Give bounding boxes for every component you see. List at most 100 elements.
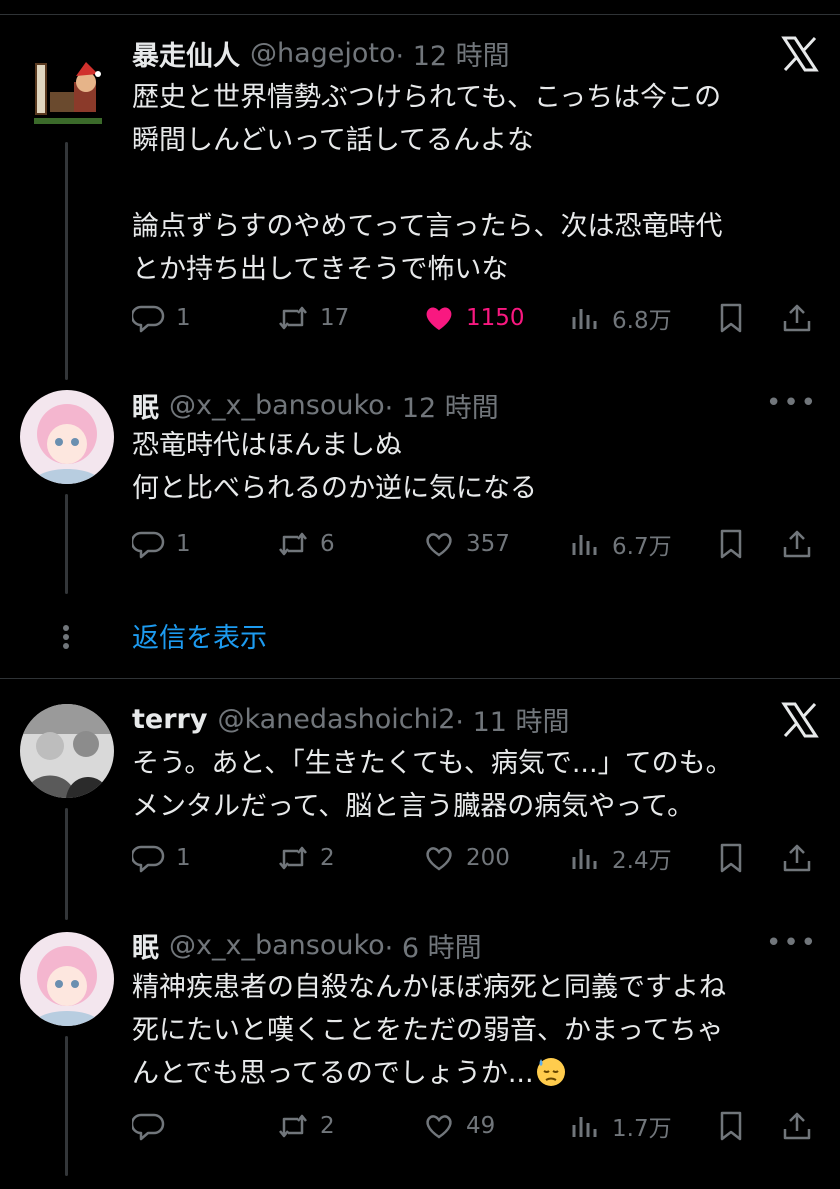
avatar[interactable] bbox=[20, 704, 114, 798]
reply-icon bbox=[132, 531, 165, 559]
reply-icon bbox=[132, 305, 165, 333]
view-count: 1.7万 bbox=[612, 1116, 672, 1142]
like-count: 1150 bbox=[466, 305, 525, 331]
retweet-button[interactable]: 2 bbox=[276, 838, 335, 878]
retweet-icon bbox=[279, 532, 307, 556]
reply-button[interactable]: 1 bbox=[132, 838, 191, 878]
retweet-count: 17 bbox=[320, 305, 350, 331]
tweet-text: 精神疾患者の自殺なんかほぼ病死と同義ですよね 死にたいと嘆くことをただの弱音、か… bbox=[132, 966, 822, 1095]
display-name[interactable]: 暴走仙人 bbox=[132, 34, 240, 73]
retweet-icon bbox=[279, 1114, 307, 1138]
share-button[interactable] bbox=[780, 1106, 824, 1146]
more-icon[interactable]: ••• bbox=[766, 388, 818, 418]
downcast-sweat-face-icon bbox=[536, 1058, 565, 1086]
bookmark-button[interactable] bbox=[714, 298, 758, 338]
like-count: 200 bbox=[466, 845, 510, 871]
like-icon bbox=[426, 307, 452, 330]
bookmark-button[interactable] bbox=[714, 524, 758, 564]
more-replies-dots-icon bbox=[62, 622, 70, 652]
views-button[interactable]: 6.8万 bbox=[568, 298, 672, 338]
share-icon bbox=[783, 844, 811, 872]
reply-count: 1 bbox=[176, 531, 191, 557]
tweet-actions: 1 2 200 2.4万 bbox=[132, 838, 822, 878]
retweet-count: 6 bbox=[320, 531, 335, 557]
thread-line bbox=[65, 1036, 68, 1176]
share-icon bbox=[783, 1112, 811, 1140]
thread-line bbox=[65, 142, 68, 380]
like-count: 49 bbox=[466, 1113, 496, 1139]
bookmark-icon bbox=[720, 843, 742, 873]
share-button[interactable] bbox=[780, 838, 824, 878]
retweet-count: 2 bbox=[320, 1113, 335, 1139]
tweet-text-content: 精神疾患者の自殺なんかほぼ病死と同義ですよね 死にたいと嘆くことをただの弱音、か… bbox=[132, 972, 726, 1089]
reply-button[interactable]: 1 bbox=[132, 298, 191, 338]
reply-button[interactable] bbox=[132, 1106, 176, 1146]
tweet-actions: 1 17 1150 6.8万 bbox=[132, 298, 822, 338]
bookmark-icon bbox=[720, 1111, 742, 1141]
like-button[interactable]: 200 bbox=[422, 838, 510, 878]
share-icon bbox=[783, 530, 811, 558]
views-icon bbox=[572, 1117, 597, 1137]
view-count: 2.4万 bbox=[612, 848, 672, 874]
timestamp[interactable]: · 12 時間 bbox=[396, 34, 510, 73]
retweet-icon bbox=[279, 306, 307, 330]
user-handle[interactable]: @x_x_bansouko bbox=[169, 930, 385, 961]
retweet-icon bbox=[279, 846, 307, 870]
display-name[interactable]: 眠 bbox=[132, 926, 159, 965]
views-icon bbox=[572, 535, 597, 555]
bookmark-icon bbox=[720, 529, 742, 559]
like-button[interactable]: 357 bbox=[422, 524, 510, 564]
retweet-count: 2 bbox=[320, 845, 335, 871]
bookmark-button[interactable] bbox=[714, 1106, 758, 1146]
tweet-text: 恐竜時代はほんましぬ 何と比べられるのか逆に気になる bbox=[132, 430, 537, 504]
tweet-header: 眠 @x_x_bansouko · 6 時間 bbox=[132, 926, 482, 965]
thread-line bbox=[65, 808, 68, 920]
bookmark-icon bbox=[720, 303, 742, 333]
thread-line bbox=[65, 494, 68, 594]
timestamp[interactable]: · 6 時間 bbox=[385, 926, 482, 965]
view-count: 6.7万 bbox=[612, 534, 672, 560]
x-logo-icon bbox=[780, 700, 820, 740]
like-button[interactable]: 49 bbox=[422, 1106, 495, 1146]
reply-button[interactable]: 1 bbox=[132, 524, 191, 564]
reply-icon bbox=[132, 1113, 165, 1141]
avatar[interactable] bbox=[20, 48, 114, 142]
more-icon[interactable]: ••• bbox=[766, 928, 818, 958]
views-button[interactable]: 2.4万 bbox=[568, 838, 672, 878]
timestamp[interactable]: · 12 時間 bbox=[385, 386, 499, 425]
user-handle[interactable]: @hagejoto bbox=[250, 38, 396, 69]
share-icon bbox=[783, 304, 811, 332]
avatar[interactable] bbox=[20, 932, 114, 1026]
user-handle[interactable]: @kanedashoichi2 bbox=[217, 704, 455, 735]
divider bbox=[0, 678, 840, 679]
retweet-button[interactable]: 6 bbox=[276, 524, 335, 564]
user-handle[interactable]: @x_x_bansouko bbox=[169, 390, 385, 421]
reply-count: 1 bbox=[176, 305, 191, 331]
like-icon bbox=[426, 533, 452, 557]
tweet-header: 暴走仙人 @hagejoto · 12 時間 bbox=[132, 34, 510, 73]
tweet-header: 眠 @x_x_bansouko · 12 時間 bbox=[132, 386, 499, 425]
tweet-text: 歴史と世界情勢ぶつけられても、こっちは今この 瞬間しんどいって話してるんよな 論… bbox=[132, 82, 723, 285]
like-count: 357 bbox=[466, 531, 510, 557]
like-icon bbox=[426, 1115, 452, 1139]
top-divider bbox=[0, 14, 840, 15]
x-logo-icon bbox=[780, 34, 820, 74]
share-button[interactable] bbox=[780, 524, 824, 564]
show-replies-link[interactable]: 返信を表示 bbox=[132, 616, 267, 655]
views-button[interactable]: 1.7万 bbox=[568, 1106, 672, 1146]
views-icon bbox=[572, 309, 597, 329]
reply-count: 1 bbox=[176, 845, 191, 871]
avatar[interactable] bbox=[20, 390, 114, 484]
display-name[interactable]: terry bbox=[132, 704, 207, 735]
retweet-button[interactable]: 2 bbox=[276, 1106, 335, 1146]
retweet-button[interactable]: 17 bbox=[276, 298, 349, 338]
timestamp[interactable]: · 11 時間 bbox=[455, 700, 569, 739]
display-name[interactable]: 眠 bbox=[132, 386, 159, 425]
share-button[interactable] bbox=[780, 298, 824, 338]
reply-icon bbox=[132, 845, 165, 873]
views-button[interactable]: 6.7万 bbox=[568, 524, 672, 564]
tweet-actions: 2 49 1.7万 bbox=[132, 1106, 822, 1146]
like-button[interactable]: 1150 bbox=[422, 298, 525, 338]
bookmark-button[interactable] bbox=[714, 838, 758, 878]
tweet-actions: 1 6 357 6.7万 bbox=[132, 524, 822, 564]
